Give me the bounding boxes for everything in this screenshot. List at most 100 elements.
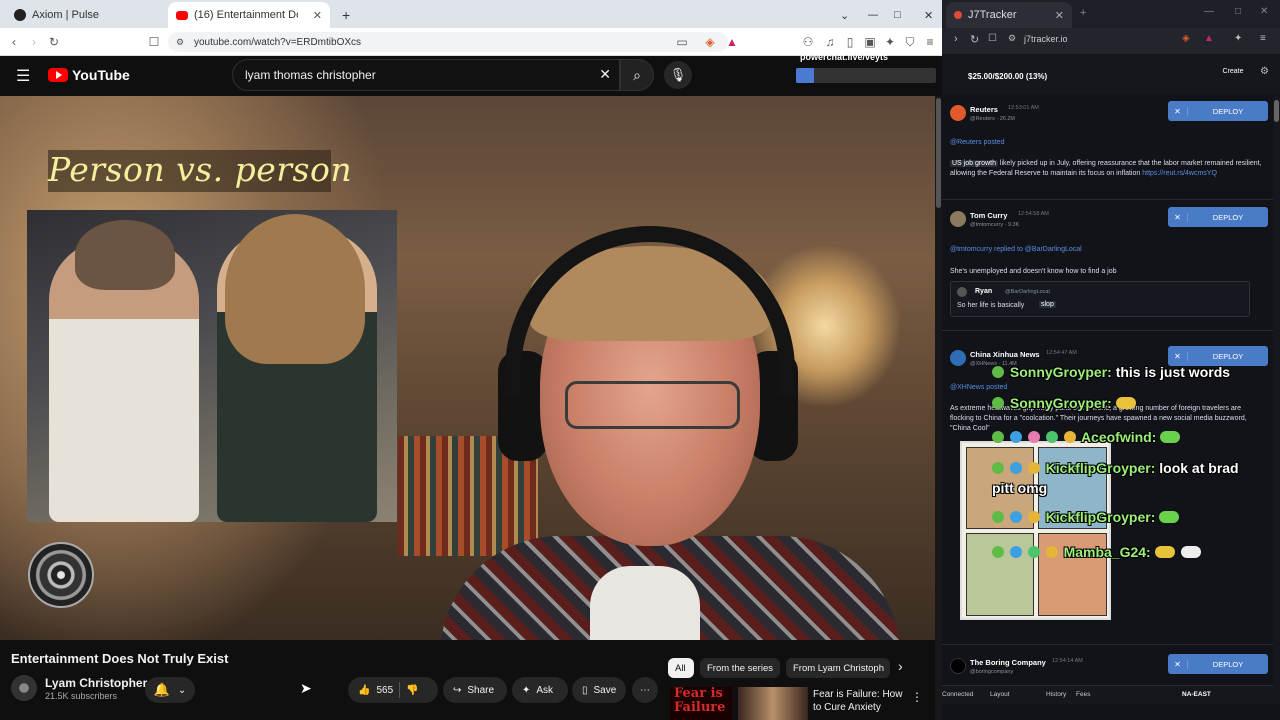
history-button[interactable]: History bbox=[1046, 691, 1066, 698]
site-info-icon[interactable]: ⚙ bbox=[172, 34, 188, 50]
chevron-right-icon[interactable]: › bbox=[898, 658, 903, 674]
address-url[interactable]: j7tracker.io bbox=[1024, 34, 1068, 44]
forward-icon[interactable]: › bbox=[26, 34, 42, 50]
page-scrollbar[interactable] bbox=[935, 96, 942, 720]
slide-figure-left-hair bbox=[75, 220, 175, 290]
youtube-logo[interactable]: YouTube bbox=[48, 67, 130, 83]
layout-button[interactable]: Layout bbox=[990, 691, 1010, 698]
rewards-icon[interactable]: ▲ bbox=[724, 34, 740, 50]
menu-icon[interactable]: ≡ bbox=[922, 34, 938, 50]
more-actions-button[interactable]: ⋯ bbox=[632, 677, 658, 703]
chat-text: pitt omg bbox=[992, 480, 1048, 496]
video-presenter-tshirt bbox=[590, 566, 700, 640]
search-input[interactable]: lyam thomas christopher ✕ bbox=[232, 59, 620, 91]
post-action[interactable]: @tmtomcurry replied to @BarDarlingLocal bbox=[950, 246, 1082, 253]
post-author[interactable]: The Boring Company bbox=[970, 658, 1046, 667]
scrollbar-thumb[interactable] bbox=[936, 98, 941, 208]
avatar[interactable] bbox=[950, 105, 966, 121]
rewards-icon[interactable]: ▲ bbox=[1204, 33, 1214, 44]
cast-icon[interactable]: ▭ bbox=[674, 34, 690, 50]
bookmark-icon[interactable]: ☐ bbox=[988, 33, 997, 44]
save-icon: ▯ bbox=[582, 684, 588, 696]
sidebar-icon[interactable]: ▯ bbox=[842, 34, 858, 50]
tab-label: (16) Entertainment Does Not bbox=[194, 9, 298, 21]
save-button[interactable]: ▯ Save bbox=[572, 677, 626, 703]
status-bar: Connected Layout History Fees NA-EAST bbox=[942, 686, 1280, 704]
post-action[interactable]: @Reuters posted bbox=[950, 139, 1005, 146]
extension-icon[interactable]: ⚇ bbox=[800, 34, 816, 50]
recommendation-thumbnail[interactable]: Fear is Failure bbox=[670, 687, 732, 720]
post-action[interactable]: @XHNews posted bbox=[950, 384, 1007, 391]
recommendation-title[interactable]: Fear is Failure: How to Cure Anxiety bbox=[813, 688, 913, 714]
reload-icon[interactable]: ↻ bbox=[46, 34, 62, 50]
maximize-icon[interactable]: □ bbox=[1235, 6, 1241, 17]
channel-name[interactable]: Lyam Christopher bbox=[45, 676, 147, 690]
chat-badge-icon bbox=[1009, 511, 1022, 523]
tab-youtube[interactable]: (16) Entertainment Does Not ✕ bbox=[168, 2, 330, 28]
recommendation-thumbnail-image[interactable] bbox=[738, 687, 808, 720]
feed-scrollbar[interactable] bbox=[1273, 96, 1280, 686]
new-tab-icon[interactable]: + bbox=[1080, 7, 1086, 19]
video-player[interactable]: Person vs. person bbox=[0, 96, 935, 640]
tab-axiom[interactable]: Axiom | Pulse bbox=[6, 2, 166, 28]
channel-avatar[interactable] bbox=[11, 675, 37, 701]
hamburger-menu-icon[interactable]: ☰ bbox=[16, 66, 30, 86]
like-count[interactable]: 565 bbox=[376, 685, 393, 696]
address-bar[interactable]: youtube.com/watch?v=ERDmtibOXcs bbox=[168, 32, 728, 52]
deploy-button[interactable]: ✕ DEPLOY bbox=[1168, 101, 1268, 121]
close-window-icon[interactable]: ✕ bbox=[1260, 6, 1268, 17]
dislike-icon[interactable]: 👎 bbox=[406, 685, 418, 696]
recommendation-menu-icon[interactable]: ⋮ bbox=[911, 690, 923, 704]
extensions-icon[interactable]: ✦ bbox=[1234, 33, 1242, 44]
maximize-icon[interactable]: □ bbox=[886, 2, 904, 28]
wallet-icon[interactable]: ▣ bbox=[862, 34, 878, 50]
post-link[interactable]: https://reut.rs/4wcmsYQ bbox=[1142, 170, 1217, 177]
music-icon[interactable]: ♫ bbox=[822, 34, 838, 50]
chip-all[interactable]: All bbox=[668, 658, 694, 678]
settings-gear-icon[interactable]: ⚙ bbox=[1260, 66, 1269, 77]
quote-highlight: slop bbox=[1039, 301, 1056, 308]
avatar[interactable] bbox=[950, 350, 966, 366]
deploy-button[interactable]: ✕ DEPLOY bbox=[1168, 654, 1268, 674]
tab-j7tracker[interactable]: J7Tracker ✕ bbox=[946, 2, 1072, 28]
reload-icon[interactable]: ↻ bbox=[970, 33, 979, 46]
avatar[interactable] bbox=[950, 211, 966, 227]
avatar[interactable] bbox=[950, 658, 966, 674]
new-tab-button[interactable]: + bbox=[334, 2, 356, 28]
chip-from-channel[interactable]: From Lyam Christoph bbox=[786, 658, 890, 678]
share-button[interactable]: ↪ Share bbox=[443, 677, 507, 703]
shield-icon[interactable]: ⛉ bbox=[902, 34, 918, 50]
ask-button[interactable]: ✦ Ask bbox=[512, 677, 568, 703]
close-tab-icon[interactable]: ✕ bbox=[1055, 9, 1064, 22]
fees-button[interactable]: Fees bbox=[1076, 691, 1090, 698]
create-button[interactable]: Create bbox=[1220, 65, 1246, 79]
scrollbar-thumb[interactable] bbox=[1274, 100, 1279, 122]
channel-watermark-icon[interactable] bbox=[28, 542, 94, 608]
chat-badge-icon bbox=[1009, 431, 1022, 443]
tab-search-icon[interactable]: ⌄ bbox=[832, 2, 850, 28]
bookmark-icon[interactable]: ☐ bbox=[146, 34, 162, 50]
post-author[interactable]: Tom Curry bbox=[970, 211, 1007, 220]
back-icon[interactable]: ‹ bbox=[6, 34, 22, 50]
brave-shield-icon[interactable]: ◈ bbox=[1182, 33, 1190, 44]
quoted-post[interactable]: Ryan @BarDarlingLocal So her life is bas… bbox=[950, 281, 1250, 317]
clear-search-icon[interactable]: ✕ bbox=[599, 66, 611, 83]
close-tab-icon[interactable]: ✕ bbox=[313, 9, 322, 22]
site-info-icon[interactable]: ⚙ bbox=[1008, 33, 1016, 44]
post-author[interactable]: Reuters bbox=[970, 105, 998, 114]
subscription-notify-button[interactable]: 🔔 ⌄ bbox=[145, 677, 195, 703]
minimize-icon[interactable]: — bbox=[1204, 6, 1214, 17]
like-icon[interactable]: 👍 bbox=[358, 685, 370, 696]
search-button[interactable]: ⌕ bbox=[620, 59, 654, 91]
post-author[interactable]: China Xinhua News bbox=[970, 350, 1040, 359]
minimize-icon[interactable]: — bbox=[860, 2, 878, 28]
back-icon[interactable]: › bbox=[954, 33, 958, 45]
chip-from-series[interactable]: From the series bbox=[700, 658, 780, 678]
menu-icon[interactable]: ≡ bbox=[1260, 33, 1266, 44]
extensions-icon[interactable]: ✦ bbox=[882, 34, 898, 50]
voice-search-button[interactable]: 🎙 bbox=[664, 61, 692, 89]
close-window-icon[interactable]: ✕ bbox=[916, 2, 936, 28]
deploy-button[interactable]: ✕ DEPLOY bbox=[1168, 207, 1268, 227]
deploy-button[interactable]: ✕ DEPLOY bbox=[1168, 346, 1268, 366]
brave-shield-icon[interactable]: ◈ bbox=[702, 34, 718, 50]
